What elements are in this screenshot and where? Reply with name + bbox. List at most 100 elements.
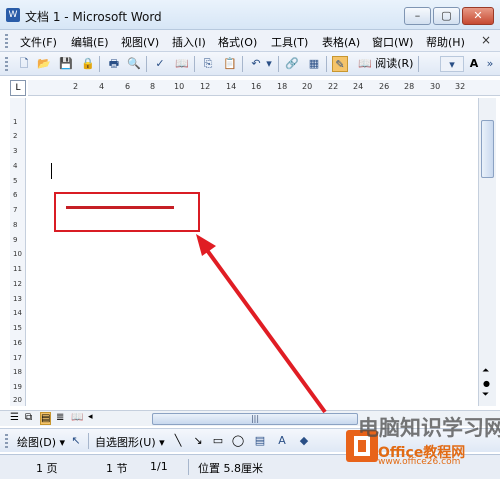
ruler-number: 14	[13, 309, 22, 317]
oval-tool-icon[interactable]: ◯	[230, 433, 246, 449]
toolbar-separator	[326, 56, 327, 72]
hyperlink-icon[interactable]: 🔗	[284, 56, 300, 72]
ruler-number: 13	[13, 295, 22, 303]
font-size-icon[interactable]: A	[466, 56, 482, 72]
new-document-icon[interactable]: 🗋	[16, 56, 32, 72]
outline-view-icon[interactable]: ≣	[56, 412, 64, 423]
ruler-number: 19	[13, 383, 22, 391]
permission-icon[interactable]: 🔒	[80, 56, 96, 72]
select-objects-icon[interactable]: ↖	[68, 433, 84, 449]
toolbar-options-dropdown[interactable]: ▾	[440, 56, 464, 72]
menu-file[interactable]: 文件(F)	[20, 34, 57, 50]
print-preview-icon[interactable]: 🔍	[126, 56, 142, 72]
menu-format[interactable]: 格式(O)	[218, 34, 257, 50]
status-page: 1 页	[36, 462, 58, 475]
watermark-url: www.office26.com	[378, 457, 461, 467]
toolbar-grip-icon[interactable]	[5, 57, 8, 71]
annotation-highlight-box	[54, 192, 200, 232]
research-icon[interactable]: 📖	[174, 56, 190, 72]
ruler-number: 6	[13, 191, 18, 199]
ruler-number: 18	[277, 82, 288, 91]
vertical-scrollbar[interactable]: ⏶ ● ⏷	[478, 98, 496, 406]
menu-table[interactable]: 表格(A)	[322, 34, 360, 50]
table-icon[interactable]: ▦	[306, 56, 322, 72]
ruler-number: 12	[200, 82, 211, 91]
print-layout-icon[interactable]: ▤	[40, 412, 52, 425]
toolbar-overflow-icon[interactable]: »	[484, 56, 496, 72]
toolbar-separator	[194, 56, 195, 72]
paste-icon[interactable]: 📋	[222, 56, 238, 72]
ruler-number: 20	[13, 396, 22, 404]
ruler-number: 20	[302, 82, 313, 91]
vertical-scroll-thumb[interactable]	[481, 120, 494, 178]
toolbar-separator	[146, 56, 147, 72]
toolbar-separator	[418, 56, 419, 72]
toolbar-separator	[278, 56, 279, 72]
spelling-check-icon[interactable]: ✓	[152, 56, 168, 72]
text-cursor	[51, 163, 52, 179]
text-box-icon[interactable]: ▤	[252, 433, 268, 449]
minimize-button[interactable]: –	[404, 7, 431, 25]
wordart-icon[interactable]: A	[274, 433, 290, 449]
ruler-number: 9	[13, 236, 18, 244]
menu-view[interactable]: 视图(V)	[121, 34, 159, 50]
close-window-button[interactable]: ✕	[462, 7, 494, 25]
save-icon[interactable]: 💾	[58, 56, 74, 72]
undo-dropdown-icon[interactable]: ▾	[264, 56, 274, 72]
open-folder-icon[interactable]: 📂	[36, 56, 52, 72]
tab-selector[interactable]: L	[10, 80, 26, 96]
ruler-number: 16	[251, 82, 262, 91]
maximize-button[interactable]: ▢	[433, 7, 460, 25]
ruler-number: 10	[13, 250, 22, 258]
ruler-number: 1	[13, 118, 18, 126]
menu-grip-icon[interactable]	[5, 34, 8, 48]
rectangle-tool-icon[interactable]: ▭	[210, 433, 226, 449]
ruler-number: 15	[13, 324, 22, 332]
menu-edit[interactable]: 编辑(E)	[71, 34, 109, 50]
scroll-left-icon[interactable]: ◂	[88, 412, 93, 422]
print-icon[interactable]: 🖶	[106, 56, 122, 72]
reading-layout-icon[interactable]: 📖	[71, 412, 83, 423]
browse-object-icon[interactable]: ●	[483, 379, 490, 388]
ruler-number: 6	[125, 82, 131, 91]
ruler-number: 18	[13, 368, 22, 376]
ruler-number: 3	[13, 147, 18, 155]
drawbar-grip-icon[interactable]	[5, 434, 8, 448]
menu-window[interactable]: 窗口(W)	[372, 34, 413, 50]
copy-icon[interactable]: ⎘	[200, 56, 216, 72]
toolbar-separator	[88, 433, 89, 449]
ruler-number: 24	[353, 82, 364, 91]
document-page[interactable]	[28, 98, 478, 406]
arrow-tool-icon[interactable]: ↘	[190, 433, 206, 449]
word-app-icon[interactable]: W	[6, 8, 20, 22]
menu-help[interactable]: 帮助(H)	[426, 34, 465, 50]
status-position: 位置 5.8厘米	[198, 462, 263, 475]
horizontal-ruler[interactable]: 2 4 6 8 10 12 14 16 18 20 22 24 26 28 30…	[28, 80, 500, 96]
ruler-number: 4	[99, 82, 105, 91]
drawing-toggle-icon[interactable]: ✎	[332, 56, 348, 72]
ruler-number: 4	[13, 162, 18, 170]
site-watermark: 电脑知识学习网 Office教程网 www.office26.com	[308, 412, 500, 470]
web-layout-icon[interactable]: ⧉	[25, 412, 32, 423]
autoshapes-menu-button[interactable]: 自选图形(U) ▾	[95, 434, 165, 450]
ruler-number: 2	[73, 82, 79, 91]
title-bar: W 文档 1 - Microsoft Word – ▢ ✕	[0, 0, 500, 30]
read-mode-button[interactable]: 📖 阅读(R)	[358, 55, 413, 71]
undo-icon[interactable]: ↶	[248, 56, 264, 72]
status-separator	[188, 459, 189, 475]
toolbar-separator	[242, 56, 243, 72]
ruler-number: 7	[13, 206, 18, 214]
previous-page-icon[interactable]: ⏶	[482, 366, 489, 376]
menu-tools[interactable]: 工具(T)	[271, 34, 308, 50]
vertical-ruler[interactable]: 1 2 3 4 5 6 7 8 9 10 11 12 13 14 15 16 1…	[10, 98, 26, 406]
read-mode-label: 阅读(R)	[375, 57, 414, 70]
watermark-site-name: 电脑知识学习网	[358, 416, 500, 440]
draw-menu-button[interactable]: 绘图(D) ▾	[17, 434, 65, 450]
normal-view-icon[interactable]: ☰	[10, 412, 19, 423]
next-page-icon[interactable]: ⏷	[482, 390, 489, 400]
ruler-number: 14	[226, 82, 237, 91]
line-tool-icon[interactable]: ╲	[170, 433, 186, 449]
menu-insert[interactable]: 插入(I)	[172, 34, 206, 50]
ruler-number: 22	[328, 82, 339, 91]
close-document-icon[interactable]: ×	[481, 33, 491, 47]
